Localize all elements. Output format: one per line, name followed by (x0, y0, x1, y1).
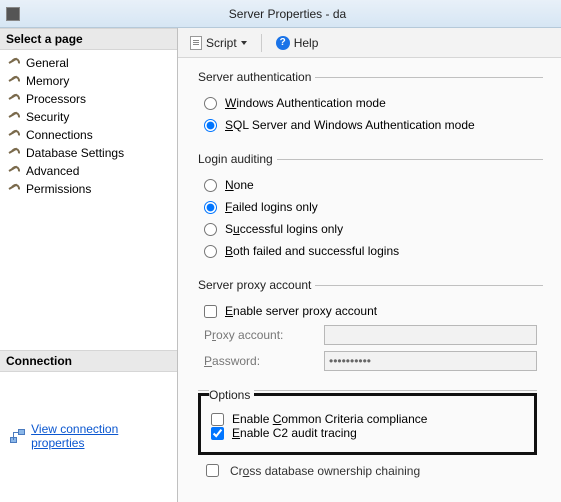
proxy-account-row: Proxy account: (202, 322, 539, 348)
proxy-enable-checkbox[interactable] (204, 305, 217, 318)
sidebar-item-label: Connections (26, 127, 93, 143)
login-auditing-legend: Login auditing (198, 152, 277, 166)
titlebar: Server Properties - da (0, 0, 561, 28)
proxy-account-label: Proxy account: (204, 328, 314, 342)
sidebar-item-general[interactable]: General (2, 54, 175, 72)
wrench-icon (8, 75, 20, 87)
server-auth-legend: Server authentication (198, 70, 315, 84)
server-auth-group: Server authentication Windows Authentica… (198, 70, 543, 138)
options-legend: Options (209, 388, 254, 402)
window-title: Server Properties - da (20, 7, 555, 21)
sidebar-item-label: Memory (26, 73, 69, 89)
sidebar-item-label: Security (26, 109, 69, 125)
toolbar: Script ? Help (178, 28, 561, 58)
option-c2-label: Enable C2 audit tracing (232, 426, 357, 440)
connection-header: Connection (0, 350, 177, 372)
auth-windows-radio[interactable] (204, 97, 217, 110)
proxy-enable-row[interactable]: Enable server proxy account (202, 300, 539, 322)
security-page: Server authentication Windows Authentica… (178, 58, 561, 502)
option-cross-checkbox[interactable] (206, 464, 219, 477)
right-column: Script ? Help Server authentication Wind… (178, 28, 561, 502)
auth-windows-row[interactable]: Windows Authentication mode (202, 92, 539, 114)
sidebar-item-processors[interactable]: Processors (2, 90, 175, 108)
network-icon (10, 429, 25, 443)
option-c2-checkbox[interactable] (211, 427, 224, 440)
audit-none-label: None (225, 178, 254, 192)
toolbar-separator (261, 34, 262, 52)
wrench-icon (8, 147, 20, 159)
auth-mixed-row[interactable]: SQL Server and Windows Authentication mo… (202, 114, 539, 136)
sidebar-item-label: Database Settings (26, 145, 124, 161)
login-auditing-group: Login auditing None Failed logins only S… (198, 152, 543, 264)
auth-windows-label: Windows Authentication mode (225, 96, 386, 110)
option-cross-row[interactable]: Cross database ownership chaining (198, 459, 543, 480)
sidebar-item-security[interactable]: Security (2, 108, 175, 126)
wrench-icon (8, 111, 20, 123)
script-icon (190, 36, 202, 50)
sidebar-item-label: General (26, 55, 69, 71)
auth-mixed-label: SQL Server and Windows Authentication mo… (225, 118, 475, 132)
audit-success-label: Successful logins only (225, 222, 343, 236)
page-list: General Memory Processors Security Conne… (0, 50, 177, 350)
proxy-group: Server proxy account Enable server proxy… (198, 278, 543, 376)
audit-failed-row[interactable]: Failed logins only (202, 196, 539, 218)
proxy-account-input (324, 325, 537, 345)
audit-none-radio[interactable] (204, 179, 217, 192)
sidebar-item-database-settings[interactable]: Database Settings (2, 144, 175, 162)
option-cross-label: Cross database ownership chaining (230, 464, 420, 478)
proxy-enable-label: Enable server proxy account (225, 304, 377, 318)
options-group-highlight: Options Enable Common Criteria complianc… (198, 393, 537, 455)
proxy-password-label: Password: (204, 354, 314, 368)
audit-failed-label: Failed logins only (225, 200, 318, 214)
wrench-icon (8, 165, 20, 177)
wrench-icon (8, 57, 20, 69)
proxy-password-row: Password: (202, 348, 539, 374)
proxy-password-input (324, 351, 537, 371)
audit-none-row[interactable]: None (202, 174, 539, 196)
audit-success-radio[interactable] (204, 223, 217, 236)
script-label: Script (206, 36, 237, 50)
connection-properties-link[interactable]: View connection properties (31, 422, 167, 450)
help-label: Help (294, 36, 319, 50)
sidebar-item-label: Permissions (26, 181, 91, 197)
sidebar-item-label: Processors (26, 91, 86, 107)
sidebar-item-label: Advanced (26, 163, 79, 179)
audit-both-radio[interactable] (204, 245, 217, 258)
select-page-header: Select a page (0, 28, 177, 50)
audit-success-row[interactable]: Successful logins only (202, 218, 539, 240)
sidebar-item-advanced[interactable]: Advanced (2, 162, 175, 180)
audit-failed-radio[interactable] (204, 201, 217, 214)
sidebar-item-connections[interactable]: Connections (2, 126, 175, 144)
left-column: Select a page General Memory Processors … (0, 28, 178, 502)
sidebar-item-permissions[interactable]: Permissions (2, 180, 175, 198)
wrench-icon (8, 183, 20, 195)
option-ccc-label: Enable Common Criteria compliance (232, 412, 427, 426)
audit-both-label: Both failed and successful logins (225, 244, 399, 258)
wrench-icon (8, 93, 20, 105)
help-icon: ? (276, 36, 290, 50)
window-sys-icon (6, 7, 20, 21)
script-button[interactable]: Script (186, 34, 251, 52)
connection-panel: View connection properties (0, 372, 177, 502)
option-ccc-checkbox[interactable] (211, 413, 224, 426)
proxy-legend: Server proxy account (198, 278, 315, 292)
wrench-icon (8, 129, 20, 141)
auth-mixed-radio[interactable] (204, 119, 217, 132)
chevron-down-icon (241, 41, 247, 45)
help-button[interactable]: ? Help (272, 34, 323, 52)
sidebar-item-memory[interactable]: Memory (2, 72, 175, 90)
audit-both-row[interactable]: Both failed and successful logins (202, 240, 539, 262)
